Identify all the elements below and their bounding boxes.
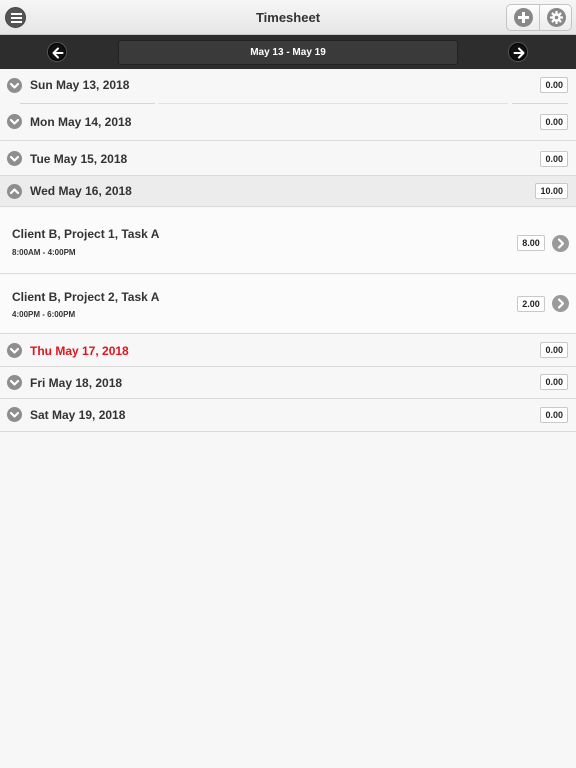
day-label: Wed May 16, 2018 [30, 184, 132, 198]
next-week-button[interactable] [509, 43, 527, 61]
entry-hours: 2.00 [517, 296, 545, 312]
day-row-tue[interactable]: Tue May 15, 2018 0.00 [0, 142, 576, 176]
day-label: Mon May 14, 2018 [30, 115, 132, 129]
day-label: Sat May 19, 2018 [30, 408, 126, 422]
day-label: Fri May 18, 2018 [30, 376, 123, 390]
entry-time: 4:00PM - 6:00PM [12, 310, 76, 319]
arrow-left-icon [52, 47, 64, 59]
plus-icon [514, 8, 533, 27]
chevron-up-icon[interactable] [7, 184, 22, 199]
day-hours: 0.00 [540, 114, 568, 130]
day-row-thu[interactable]: Thu May 17, 2018 0.00 [0, 335, 576, 367]
day-row-sat[interactable]: Sat May 19, 2018 0.00 [0, 400, 576, 432]
chevron-down-icon[interactable] [7, 151, 22, 166]
add-button[interactable] [507, 5, 539, 30]
day-label: Thu May 17, 2018 [30, 344, 129, 358]
page-title: Timesheet [255, 10, 321, 25]
chevron-right-icon[interactable] [552, 295, 569, 312]
prev-week-button[interactable] [48, 43, 66, 61]
day-hours: 0.00 [540, 374, 568, 390]
chevron-down-icon[interactable] [7, 407, 22, 422]
day-hours: 0.00 [540, 151, 568, 167]
day-row-fri[interactable]: Fri May 18, 2018 0.00 [0, 367, 576, 399]
chevron-right-icon[interactable] [552, 235, 569, 252]
day-hours: 0.00 [540, 342, 568, 358]
day-row-wed[interactable]: Wed May 16, 2018 10.00 [0, 176, 576, 207]
settings-button[interactable] [538, 5, 571, 30]
day-row-mon[interactable]: Mon May 14, 2018 0.00 [0, 104, 576, 141]
entry-time: 8:00AM - 4:00PM [12, 248, 76, 257]
chevron-down-icon[interactable] [7, 375, 22, 390]
entry-title: Client B, Project 2, Task A [12, 290, 160, 304]
entry-title: Client B, Project 1, Task A [12, 227, 160, 241]
entry-hours: 8.00 [517, 235, 545, 251]
header-actions [506, 4, 572, 31]
day-row-sun[interactable]: Sun May 13, 2018 0.00 [0, 69, 576, 103]
top-bar: Timesheet [0, 0, 576, 35]
chevron-down-icon[interactable] [7, 78, 22, 93]
arrow-right-icon [513, 47, 525, 59]
chevron-down-icon[interactable] [7, 114, 22, 129]
week-range-label[interactable]: May 13 - May 19 [118, 40, 458, 65]
day-hours: 0.00 [540, 77, 568, 93]
chevron-down-icon[interactable] [7, 343, 22, 358]
day-label: Sun May 13, 2018 [30, 78, 130, 92]
day-hours: 10.00 [535, 183, 568, 199]
week-navigation: May 13 - May 19 [0, 35, 576, 69]
time-entry[interactable]: Client B, Project 2, Task A 4:00PM - 6:0… [0, 275, 576, 334]
day-label: Tue May 15, 2018 [30, 152, 128, 166]
gear-icon [546, 8, 566, 27]
day-hours: 0.00 [540, 407, 568, 423]
time-entry[interactable]: Client B, Project 1, Task A 8:00AM - 4:0… [0, 208, 576, 274]
